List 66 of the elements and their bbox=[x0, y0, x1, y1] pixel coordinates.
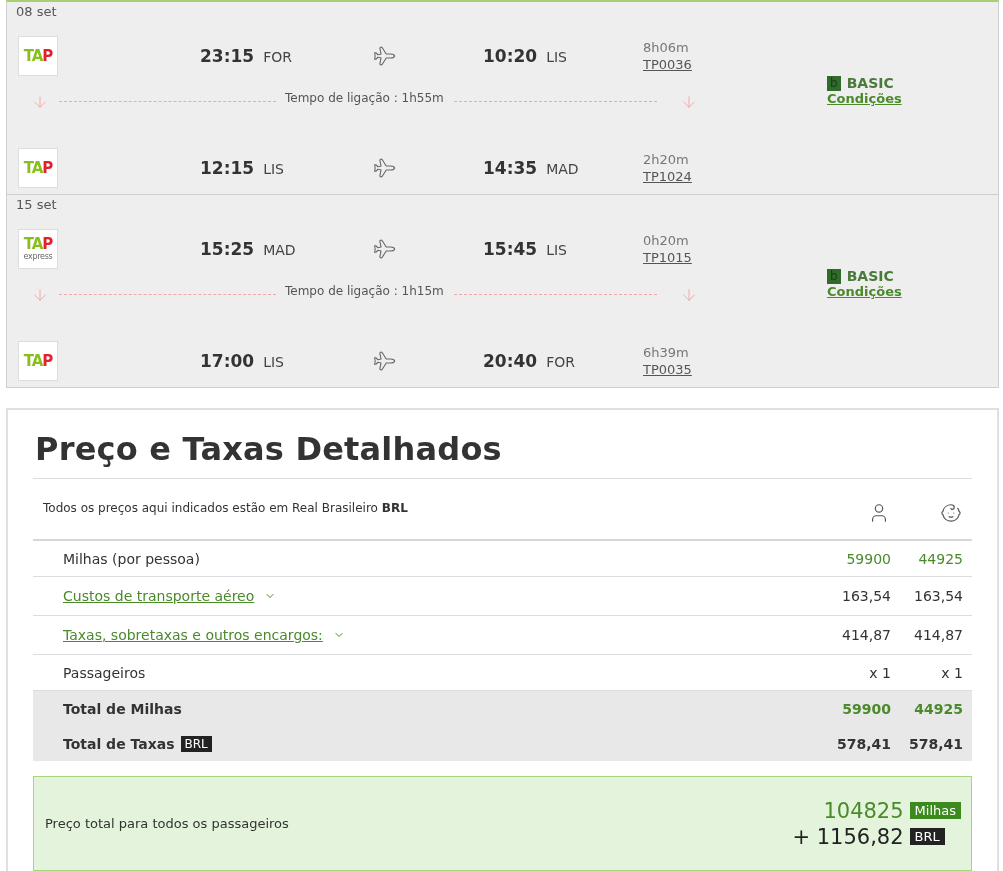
flight-date: 15 set bbox=[15, 196, 58, 214]
airport-code: MAD bbox=[263, 242, 296, 258]
currency-tag: BRL bbox=[909, 828, 945, 845]
fare-name: BASIC bbox=[846, 75, 894, 91]
airport-code: LIS bbox=[546, 242, 567, 258]
row-label: Passageiros bbox=[62, 664, 147, 681]
connection-time: Tempo de ligação : 1h55m bbox=[285, 91, 444, 105]
airport-code: FOR bbox=[546, 354, 575, 370]
flight-duration: 6h39m bbox=[643, 344, 690, 361]
baby-icon bbox=[940, 502, 962, 524]
price-value: 44925 bbox=[918, 550, 963, 567]
arrival-time: 14:35 bbox=[483, 158, 538, 178]
departure-time: 15:25 bbox=[200, 239, 255, 259]
flight-number-link[interactable]: TP0036 bbox=[643, 56, 692, 73]
airline-logo: TAP bbox=[18, 36, 58, 76]
fare-name: BASIC bbox=[846, 268, 894, 284]
currency-tag: BRL bbox=[180, 735, 212, 752]
flight-duration: 2h20m bbox=[643, 151, 690, 168]
departure-time: 12:15 bbox=[200, 158, 255, 178]
price-value: 414,87 bbox=[914, 627, 963, 643]
airport-code: LIS bbox=[263, 354, 284, 370]
price-value: 414,87 bbox=[842, 627, 891, 643]
flight-date: 08 set bbox=[15, 3, 58, 21]
flight-number-link[interactable]: TP1024 bbox=[643, 168, 692, 185]
departure-time: 17:00 bbox=[200, 351, 255, 371]
row-label: Total de Milhas bbox=[62, 700, 183, 717]
flight-duration: 0h20m bbox=[643, 232, 690, 249]
conditions-link[interactable]: Condições bbox=[827, 91, 998, 106]
total-amount: + 1156,82 bbox=[792, 824, 904, 849]
departure-time: 23:15 bbox=[200, 46, 255, 66]
price-value: x 1 bbox=[869, 664, 891, 681]
connection-time: Tempo de ligação : 1h15m bbox=[285, 284, 444, 298]
airport-code: MAD bbox=[546, 161, 579, 177]
row-label: Milhas (por pessoa) bbox=[62, 550, 201, 567]
airport-code: LIS bbox=[546, 49, 567, 65]
logo-subtitle: express bbox=[23, 252, 53, 261]
flight-number-link[interactable]: TP1015 bbox=[643, 249, 692, 266]
arrival-time: 10:20 bbox=[483, 46, 538, 66]
expandable-link[interactable]: Taxas, sobretaxas e outros encargos: bbox=[63, 627, 323, 643]
price-value: 163,54 bbox=[914, 588, 963, 604]
row-label: Total de Taxas bbox=[63, 735, 175, 752]
arrival-time: 20:40 bbox=[483, 351, 538, 371]
airport-code: FOR bbox=[263, 49, 292, 65]
arrival-time: 15:45 bbox=[483, 239, 538, 259]
airline-logo: TAP bbox=[18, 148, 58, 188]
price-value: 578,41 bbox=[908, 735, 963, 752]
price-value: 59900 bbox=[842, 700, 891, 717]
total-label: Preço total para todos os passageiros bbox=[45, 816, 289, 831]
airline-logo: TAP bbox=[18, 341, 58, 381]
conditions-link[interactable]: Condições bbox=[827, 284, 998, 299]
price-value: 44925 bbox=[914, 700, 963, 717]
price-value: 163,54 bbox=[842, 588, 891, 604]
down-arrow-icon bbox=[31, 286, 49, 304]
expandable-link[interactable]: Custos de transporte aéreo bbox=[63, 588, 255, 604]
currency-note: Todos os preços aqui indicados estão em Real Brasileiro BRL bbox=[42, 500, 409, 517]
price-value: x 1 bbox=[941, 664, 963, 681]
airline-logo: TAP express bbox=[18, 229, 58, 269]
price-value: 578,41 bbox=[836, 735, 891, 752]
down-arrow-icon bbox=[31, 93, 49, 111]
section-title: Preço e Taxas Detalhados bbox=[33, 410, 972, 479]
miles-tag: Milhas bbox=[909, 802, 961, 819]
flight-number-link[interactable]: TP0035 bbox=[643, 361, 692, 378]
airport-code: LIS bbox=[263, 161, 284, 177]
price-value: 59900 bbox=[846, 550, 891, 567]
total-miles: 104825 bbox=[823, 798, 904, 823]
flight-duration: 8h06m bbox=[643, 39, 690, 56]
